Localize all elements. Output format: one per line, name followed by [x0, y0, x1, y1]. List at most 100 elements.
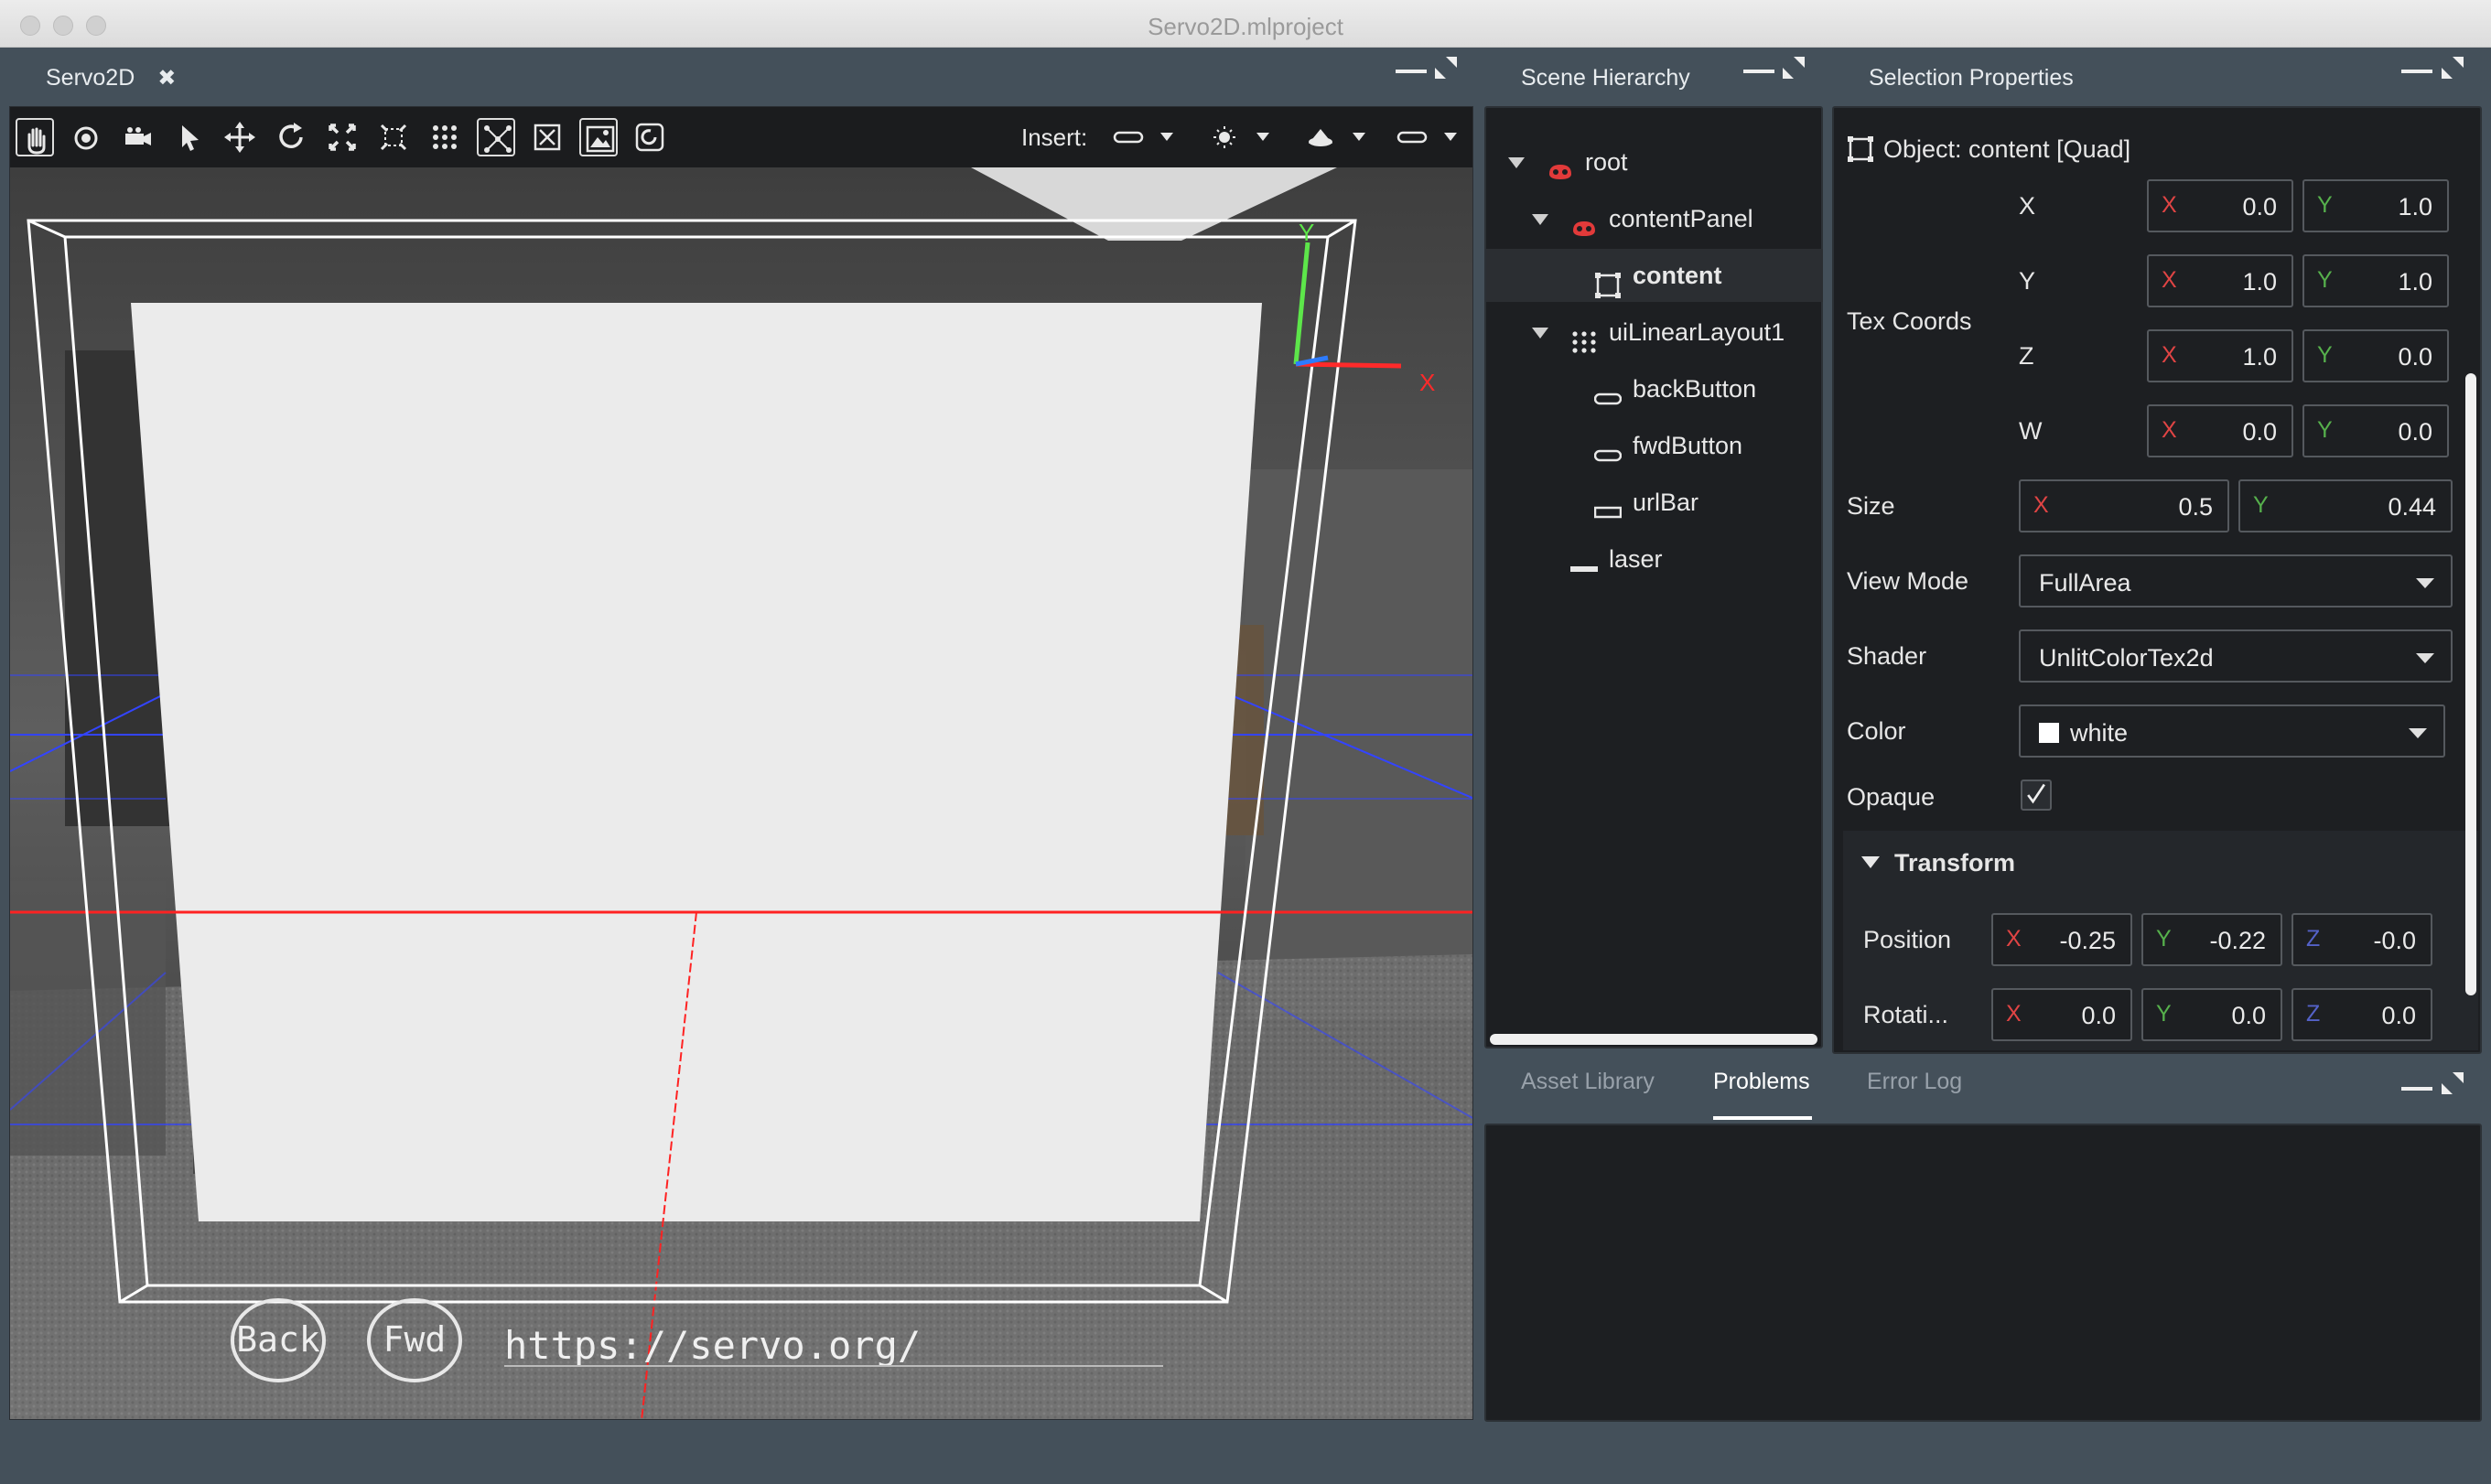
- image-tool-button[interactable]: [579, 118, 618, 156]
- tree-item-contentpanel[interactable]: contentPanel: [1486, 192, 1823, 245]
- insert-ui-dropdown[interactable]: [1396, 122, 1470, 153]
- camera-tool-button[interactable]: [118, 118, 156, 156]
- size-y-field[interactable]: Y 0.44: [2238, 479, 2453, 532]
- field-value: -0.25: [2059, 927, 2116, 954]
- select-arrow-icon: [182, 125, 199, 151]
- axis-x-label: X: [2162, 417, 2177, 443]
- tab-label: Servo2D: [46, 65, 135, 91]
- tree-item-uilinearlayout1[interactable]: uiLinearLayout1: [1486, 306, 1823, 359]
- url-text: https://servo.org/: [504, 1323, 921, 1368]
- grid-dots-icon: [1570, 320, 1598, 353]
- insert-model-dropdown[interactable]: [1305, 122, 1378, 153]
- size-x-field[interactable]: X 0.5: [2019, 479, 2229, 532]
- expand-bottom-panel-icon[interactable]: [2442, 1072, 2464, 1094]
- tex-x-y-field[interactable]: Y 1.0: [2302, 179, 2449, 232]
- tex-w-x-field[interactable]: X 0.0: [2147, 404, 2293, 457]
- hand-tool-button[interactable]: [16, 118, 54, 156]
- content-quad[interactable]: [131, 303, 1262, 1221]
- shader-select[interactable]: UnlitColorTex2d: [2019, 629, 2453, 683]
- minimize-hierarchy-icon[interactable]: [1743, 70, 1774, 73]
- collapse-arrow-icon[interactable]: [1861, 856, 1880, 868]
- tree-item-fwdbutton[interactable]: fwdButton: [1486, 419, 1823, 472]
- close-box-tool-button[interactable]: [528, 118, 566, 156]
- active-tab-indicator: [1713, 1116, 1812, 1120]
- orbit-tool-button[interactable]: [67, 118, 105, 156]
- tab-problems[interactable]: Problems: [1713, 1069, 1810, 1095]
- tree-item-content[interactable]: content: [1486, 249, 1823, 302]
- insert-button-dropdown[interactable]: [1113, 122, 1186, 153]
- tab-servo2d[interactable]: Servo2D ✖: [46, 49, 176, 106]
- chevron-down-icon: [2416, 653, 2434, 663]
- opaque-checkbox[interactable]: [2021, 780, 2052, 811]
- rotation-y-field[interactable]: Y 0.0: [2141, 988, 2282, 1041]
- reset-tool-button[interactable]: [631, 118, 669, 156]
- tab-asset-library[interactable]: Asset Library: [1521, 1069, 1655, 1095]
- field-value: 0.0: [2381, 1002, 2416, 1029]
- status-bar: [0, 1424, 2491, 1484]
- field-value: 0.0: [2242, 193, 2277, 220]
- check-icon: [2027, 783, 2045, 804]
- snap-icon: [380, 124, 407, 151]
- expand-hierarchy-icon[interactable]: [1783, 57, 1805, 79]
- view-mode-select[interactable]: FullArea: [2019, 554, 2453, 608]
- position-z-field[interactable]: Z -0.0: [2292, 913, 2432, 966]
- bounds-tool-button[interactable]: [477, 118, 515, 156]
- tex-y-x-field[interactable]: X 1.0: [2147, 254, 2293, 307]
- rotate-tool-button[interactable]: [272, 118, 310, 156]
- tex-z-x-field[interactable]: X 1.0: [2147, 329, 2293, 382]
- shader-label: Shader: [1847, 642, 1927, 670]
- rotation-z-field[interactable]: Z 0.0: [2292, 988, 2432, 1041]
- transform-label: Transform: [1894, 849, 2016, 876]
- tree-item-laser[interactable]: laser: [1486, 532, 1823, 586]
- window-title: Servo2D.mlproject: [1148, 13, 1343, 40]
- ui-element-icon: [1396, 131, 1457, 144]
- mask-icon: [1570, 207, 1598, 236]
- tree-item-urlbar[interactable]: urlBar: [1486, 476, 1823, 529]
- tex-z-y-field[interactable]: Y 0.0: [2302, 329, 2449, 382]
- axis-x-label: X: [2162, 192, 2177, 218]
- position-y-field[interactable]: Y -0.22: [2141, 913, 2282, 966]
- close-tab-icon[interactable]: ✖: [157, 66, 176, 91]
- model-icon: [1309, 129, 1365, 146]
- selection-properties-panel: Object: content [Quad] Tex Coords X X 0.0…: [1832, 106, 2482, 1054]
- button-icon: [1593, 434, 1623, 462]
- tex-row-y-label: Y: [2019, 267, 2036, 295]
- minimize-bottom-panel-icon[interactable]: [2401, 1087, 2432, 1091]
- expand-viewport-icon[interactable]: [1435, 57, 1457, 79]
- scale-tool-button[interactable]: [323, 118, 361, 156]
- expand-properties-icon[interactable]: [2442, 57, 2464, 79]
- position-x-field[interactable]: X -0.25: [1991, 913, 2132, 966]
- chevron-down-icon: [2416, 578, 2434, 588]
- move-icon: [224, 122, 255, 153]
- snap-tool-button[interactable]: [374, 118, 413, 156]
- grid-icon: [433, 125, 457, 149]
- minimize-properties-icon[interactable]: [2401, 70, 2432, 73]
- button-shape-icon: [1113, 131, 1173, 144]
- field-value: 1.0: [2398, 193, 2432, 220]
- select-tool-button[interactable]: [169, 118, 208, 156]
- tree-item-root[interactable]: root: [1486, 135, 1823, 188]
- properties-vertical-scrollbar[interactable]: [2465, 373, 2476, 995]
- tree-item-backbutton[interactable]: backButton: [1486, 362, 1823, 415]
- color-select[interactable]: white: [2019, 704, 2445, 758]
- size-label: Size: [1847, 492, 1895, 520]
- tex-y-y-field[interactable]: Y 1.0: [2302, 254, 2449, 307]
- minimize-viewport-icon[interactable]: [1396, 70, 1427, 73]
- field-value: -0.0: [2373, 927, 2416, 954]
- tex-row-x-label: X: [2019, 192, 2036, 220]
- tex-w-y-field[interactable]: Y 0.0: [2302, 404, 2449, 457]
- expand-arrow-icon[interactable]: [1508, 157, 1525, 168]
- expand-arrow-icon[interactable]: [1532, 328, 1548, 339]
- move-tool-button[interactable]: [221, 118, 259, 156]
- expand-arrow-icon[interactable]: [1532, 214, 1548, 225]
- axis-y-label: Y: [2317, 342, 2333, 368]
- grid-tool-button[interactable]: [426, 118, 464, 156]
- insert-light-dropdown[interactable]: [1209, 122, 1282, 153]
- rotation-label: Rotati...: [1863, 1001, 1949, 1028]
- scene-view[interactable]: Y X Back Fwd https://servo.org/: [10, 167, 1472, 1419]
- tab-error-log[interactable]: Error Log: [1867, 1069, 1962, 1095]
- tree-item-label: fwdButton: [1633, 432, 1743, 459]
- tex-x-x-field[interactable]: X 0.0: [2147, 179, 2293, 232]
- hierarchy-horizontal-scrollbar[interactable]: [1490, 1034, 1817, 1045]
- rotation-x-field[interactable]: X 0.0: [1991, 988, 2132, 1041]
